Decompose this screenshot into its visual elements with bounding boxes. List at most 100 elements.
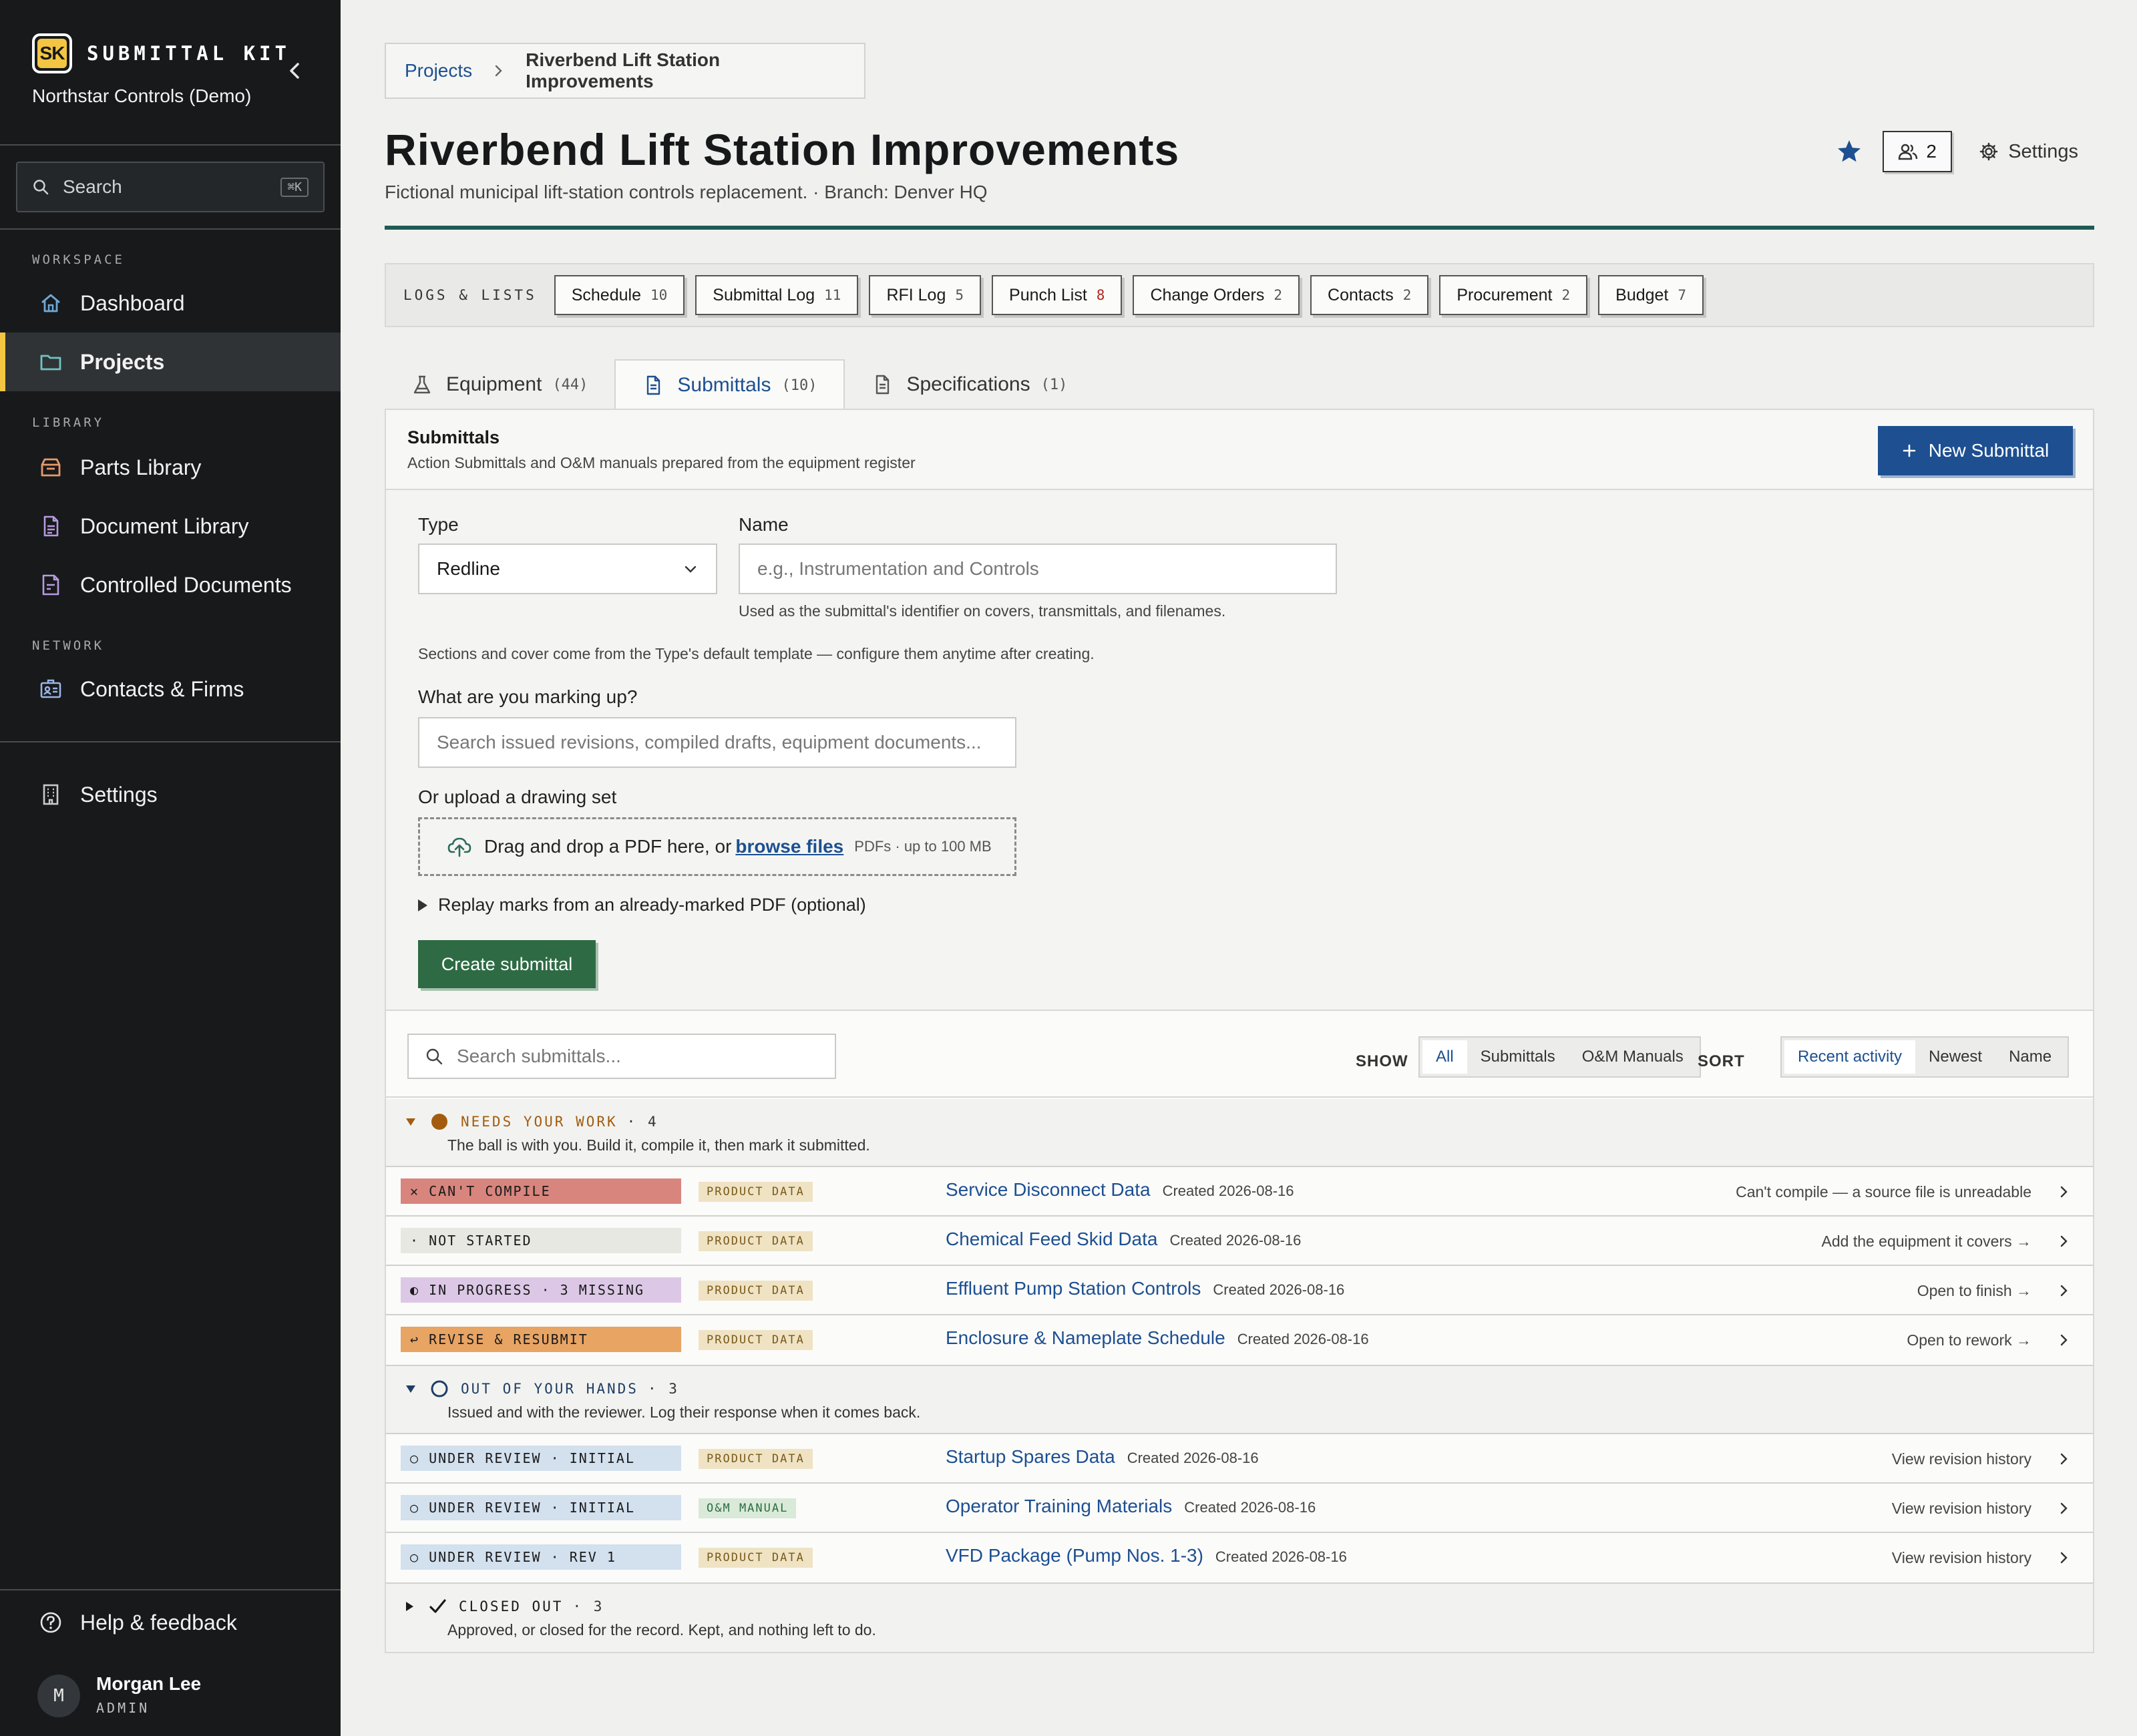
table-row[interactable]: ○ UNDER REVIEW · REV 1 PRODUCT DATA VFD … <box>386 1532 2093 1581</box>
submittal-name-link[interactable]: Enclosure & Nameplate Schedule Created 20… <box>946 1327 1369 1349</box>
sidebar-item-document-library[interactable]: Document Library <box>0 497 341 556</box>
row-action[interactable]: View revision history <box>1892 1500 2031 1518</box>
created-date: Created 2026-08-16 <box>1162 1182 1294 1199</box>
home-icon <box>37 290 64 316</box>
new-submittal-button[interactable]: New Submittal <box>1878 426 2073 475</box>
submittals-search-input[interactable] <box>457 1046 819 1067</box>
tab-equipment[interactable]: Equipment (44) <box>385 359 614 410</box>
status-badge: ○ UNDER REVIEW · INITIAL <box>401 1495 681 1520</box>
building-icon <box>37 781 64 808</box>
star-icon[interactable] <box>1834 137 1864 166</box>
tab-submittals[interactable]: Submittals (10) <box>614 359 845 410</box>
help-icon <box>37 1609 64 1636</box>
status-badge: ○ UNDER REVIEW · REV 1 <box>401 1544 681 1570</box>
list-search-wrapper <box>407 1034 836 1079</box>
show-submittals-option[interactable]: Submittals <box>1467 1040 1569 1074</box>
sidebar-item-label: Document Library <box>80 513 249 538</box>
table-row[interactable]: ○ UNDER REVIEW · INITIAL PRODUCT DATA St… <box>386 1433 2093 1482</box>
group-out-of-your-hands[interactable]: OUT OF YOUR HANDS · 3 Issued and with th… <box>386 1365 2093 1433</box>
brand[interactable]: SK SUBMITTAL KIT <box>32 33 290 73</box>
replay-marks-toggle[interactable]: Replay marks from an already-marked PDF … <box>418 895 866 915</box>
sort-name-option[interactable]: Name <box>1995 1040 2065 1074</box>
submittal-name-link[interactable]: Chemical Feed Skid Data Created 2026-08-1… <box>946 1229 1301 1250</box>
table-row[interactable]: ○ UNDER REVIEW · INITIAL O&M MANUAL Oper… <box>386 1482 2093 1532</box>
sidebar-item-parts-library[interactable]: Parts Library <box>0 438 341 497</box>
panel-title: Submittals <box>407 427 500 447</box>
search-icon <box>32 178 49 196</box>
chevron-right-icon <box>2057 1233 2072 1250</box>
section-network: NETWORK <box>32 638 105 653</box>
count-badge: 8 <box>1096 287 1105 303</box>
show-label: SHOW <box>1356 1052 1408 1070</box>
type-select[interactable]: Redline <box>418 544 717 594</box>
chevron-right-icon <box>2057 1183 2072 1201</box>
org-name[interactable]: Northstar Controls (Demo) <box>32 85 251 107</box>
row-action[interactable]: View revision history <box>1892 1450 2031 1468</box>
avatar[interactable]: M <box>37 1675 80 1717</box>
created-date: Created 2026-08-16 <box>1213 1281 1345 1298</box>
log-budget-button[interactable]: Budget 7 <box>1598 275 1704 315</box>
submittal-name-link[interactable]: Service Disconnect Data Created 2026-08-1… <box>946 1179 1294 1201</box>
row-action[interactable]: View revision history <box>1892 1549 2031 1567</box>
table-row[interactable]: ◐ IN PROGRESS · 3 MISSING PRODUCT DATA E… <box>386 1265 2093 1314</box>
submittal-name-link[interactable]: Operator Training Materials Created 2026-… <box>946 1496 1316 1517</box>
log-change-orders-button[interactable]: Change Orders 2 <box>1133 275 1300 315</box>
sidebar-search[interactable]: Search ⌘K <box>16 162 325 212</box>
members-button[interactable]: 2 <box>1883 131 1953 172</box>
sidebar-item-dashboard[interactable]: Dashboard <box>0 274 341 333</box>
log-submittal-log-button[interactable]: Submittal Log 11 <box>695 275 859 315</box>
row-action[interactable]: Open to rework → <box>1907 1331 2031 1349</box>
caret-down-icon <box>406 1118 415 1126</box>
name-field[interactable] <box>757 558 1318 580</box>
sidebar-item-contacts[interactable]: Contacts & Firms <box>0 660 341 718</box>
chevron-right-icon <box>494 63 504 78</box>
tab-specifications[interactable]: Specifications (1) <box>845 359 1094 410</box>
log-punch-list-button[interactable]: Punch List 8 <box>992 275 1123 315</box>
upload-label: Or upload a drawing set <box>418 787 617 807</box>
chevron-right-icon <box>2057 1282 2072 1299</box>
sort-newest-option[interactable]: Newest <box>1915 1040 1995 1074</box>
count-badge: 2 <box>1402 287 1412 303</box>
type-label: Type <box>418 514 459 535</box>
table-row[interactable]: · NOT STARTED PRODUCT DATA Chemical Feed… <box>386 1215 2093 1265</box>
sidebar-item-settings[interactable]: Settings <box>0 765 341 824</box>
log-rfi-log-button[interactable]: RFI Log 5 <box>869 275 982 315</box>
sidebar-item-projects[interactable]: Projects <box>0 333 341 391</box>
log-contacts-button[interactable]: Contacts 2 <box>1310 275 1429 315</box>
table-row[interactable]: ↩ REVISE & RESUBMIT PRODUCT DATA Enclosu… <box>386 1314 2093 1363</box>
log-schedule-button[interactable]: Schedule 10 <box>554 275 685 315</box>
empty-circle-icon <box>430 1379 449 1398</box>
submittal-name-link[interactable]: VFD Package (Pump Nos. 1-3) Created 2026-… <box>946 1545 1347 1566</box>
group-needs-your-work[interactable]: NEEDS YOUR WORK · 4 The ball is with you… <box>386 1099 2093 1166</box>
sidebar-item-help[interactable]: Help & feedback <box>0 1593 341 1652</box>
create-submittal-button[interactable]: Create submittal <box>418 940 596 988</box>
sidebar: SK SUBMITTAL KIT Northstar Controls (Dem… <box>0 0 341 1736</box>
markup-search-input[interactable] <box>437 732 998 753</box>
submittal-name-link[interactable]: Startup Spares Data Created 2026-08-16 <box>946 1446 1259 1468</box>
collapse-sidebar-icon[interactable] <box>283 59 307 83</box>
group-description: The ball is with you. Build it, compile … <box>447 1136 870 1154</box>
browse-files-link[interactable]: browse files <box>735 836 843 857</box>
pdf-dropzone[interactable]: Drag and drop a PDF here, or browse file… <box>418 817 1016 876</box>
row-action[interactable]: Open to finish → <box>1917 1282 2031 1300</box>
submittals-list: SHOW All Submittals O&M Manuals SORT Rec… <box>386 1010 2093 1652</box>
project-settings-button[interactable]: Settings <box>1979 141 2078 163</box>
user-name[interactable]: Morgan Lee <box>96 1673 201 1695</box>
group-closed-out[interactable]: CLOSED OUT · 3 Approved, or closed for t… <box>386 1582 2093 1652</box>
created-date: Created 2026-08-16 <box>1127 1450 1259 1466</box>
breadcrumb-projects-link[interactable]: Projects <box>405 60 472 81</box>
show-filter: All Submittals O&M Manuals <box>1418 1036 1701 1078</box>
show-om-manuals-option[interactable]: O&M Manuals <box>1569 1040 1697 1074</box>
show-all-option[interactable]: All <box>1422 1040 1467 1074</box>
logs-label: LOGS & LISTS <box>403 287 537 303</box>
document-icon <box>642 375 664 396</box>
brand-name: SUBMITTAL KIT <box>87 42 290 65</box>
log-procurement-button[interactable]: Procurement 2 <box>1439 275 1588 315</box>
sort-recent-option[interactable]: Recent activity <box>1784 1040 1916 1074</box>
row-action[interactable]: Add the equipment it covers → <box>1822 1233 2032 1251</box>
submittal-name-link[interactable]: Effluent Pump Station Controls Created 20… <box>946 1278 1344 1299</box>
filled-circle-icon <box>430 1112 449 1131</box>
sidebar-item-controlled-documents[interactable]: Controlled Documents <box>0 556 341 614</box>
table-row[interactable]: ✕ CAN'T COMPILE PRODUCT DATA Service Dis… <box>386 1166 2093 1215</box>
users-icon <box>1898 142 1918 162</box>
